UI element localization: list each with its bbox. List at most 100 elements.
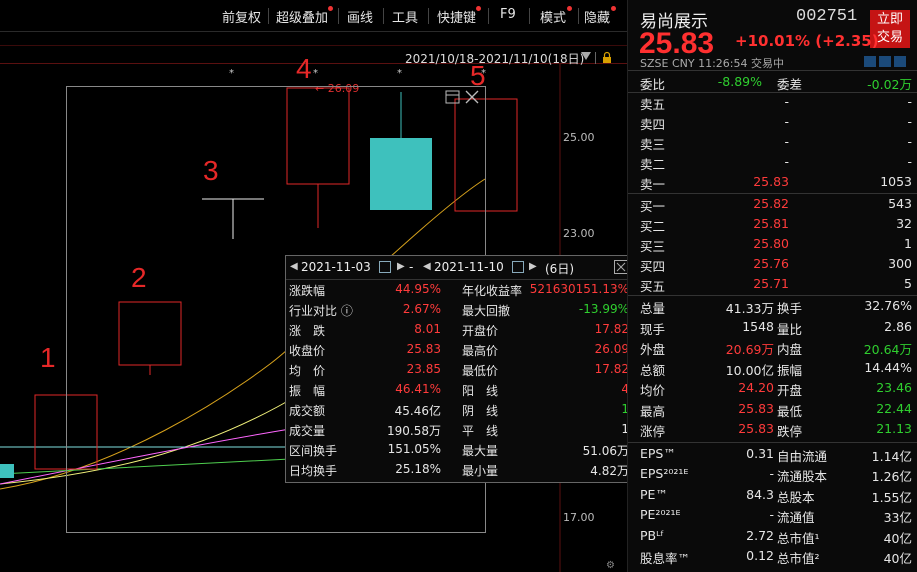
lock-icon [603,57,611,63]
ask-volume: - [907,134,912,149]
candle-partial [0,464,14,478]
quote-stat-row: 现手 1548 量比 2.86 [640,317,912,337]
stat-label: 涨 跌 [289,324,326,338]
range-divider [595,52,596,64]
toolbar-separator [383,8,384,24]
quote-stat-label: 振幅 [777,362,803,378]
stat-row: 涨跌幅 44.95% 年化收益率 521630151.13% [289,280,629,300]
stat-row: 振 幅 46.41% 阳 线4 [289,380,629,400]
fundamental-value: 84.3 [746,486,774,502]
ask-level-label: 卖五 [640,97,666,112]
hide-notification-dot [611,6,616,11]
stat-label: 最小量 [462,464,499,478]
toolbar-adjust-button[interactable]: 前复权 [222,7,261,26]
ask-volume: 1053 [880,174,912,189]
event-star: * [397,68,402,79]
range-dropdown-icon [581,52,591,60]
fundamental-label: 股息率™ [640,551,691,566]
ask-price: - [784,94,789,109]
stat-label: 收盘价 [289,344,326,358]
toolbar-tools-button[interactable]: 工具 [392,7,418,26]
bid-row: 买四 25.76 300 [640,254,912,274]
bid-level-label: 买三 [640,239,666,254]
ask-level-label: 卖一 [640,177,666,192]
ask-level-label: 卖四 [640,117,666,132]
ask-price: - [784,134,789,149]
bid-row: 买三 25.80 1 [640,234,912,254]
stat-label: 阴 线 [462,404,499,418]
toolbar-draw-button[interactable]: 画线 [347,7,373,26]
mode-notification-dot [567,6,572,11]
bid-level-label: 买二 [640,219,666,234]
quote-stat-label: 总量 [640,301,666,316]
stat-label: 平 线 [462,424,499,438]
stat-value: 46.41% [395,382,441,396]
quote-stat-value: 22.44 [876,400,912,416]
stat-label: 开盘价 [462,324,499,338]
bid-volume: 300 [888,256,912,271]
shortcut-notification-dot [476,6,481,11]
fundamental-value: 40亿 [883,530,912,546]
stat-value: 44.95% [395,282,441,296]
stat-row: 成交量 190.58万平 线1 [289,420,629,440]
quote-stat-label: 最高 [640,403,666,419]
toolbar-separator [428,8,429,24]
annotation-number: 1 [40,342,56,373]
exchange-status-line: SZSE CNY 11:26:54 交易中 [640,57,784,70]
settings-gear-icon[interactable]: ⚙ [606,560,615,571]
share-icon [894,56,906,67]
toolbar-overlay-button[interactable]: 超级叠加 [276,7,328,26]
bid-price: 25.80 [753,236,789,251]
edit-icon [864,56,876,67]
quote-stat-row: 最高 25.83 最低 22.44 [640,399,912,419]
ask-row: 卖五 - - [640,92,912,112]
quote-stat-label: 涨停 [640,424,666,439]
toolbar-separator [268,8,269,24]
start-date-next-icon[interactable]: ▶ [397,261,405,272]
stat-value: 8.01 [414,322,441,336]
ask-row: 卖三 - - [640,132,912,152]
fundamental-label: 自由流通 [777,448,828,464]
quote-stat-value: 21.13 [876,421,912,436]
quote-stat-row: 均价 24.20 开盘 23.46 [640,378,912,398]
end-calendar-icon[interactable] [512,261,524,273]
fundamental-label: PE²⁰²¹ᴱ [640,507,681,522]
ask-price: 25.83 [753,174,789,189]
range-controls [581,51,611,64]
bid-price: 25.76 [753,256,789,271]
end-date-field[interactable]: 2021-11-10 [434,260,504,274]
bid-volume: 32 [896,216,912,231]
fundamental-value: - [769,466,774,481]
start-date-field[interactable]: 2021-11-03 [301,260,371,274]
popup-close-icon[interactable] [614,260,628,274]
stat-value: -13.99% [578,302,629,316]
lock-icon-shackle [603,51,611,57]
quote-stat-row: 涨停 25.83 跌停 21.13 [640,419,912,439]
end-date-next-icon[interactable]: ▶ [529,261,537,272]
end-date-prev-icon[interactable]: ◀ [423,261,431,272]
quote-stat-value: 20.64万 [863,342,912,357]
weibi-value: -8.89% [717,74,762,89]
quote-stat-value: 14.44% [864,359,912,375]
ask-row: 卖二 - - [640,152,912,172]
fundamental-value: 2.72 [746,527,774,543]
toolbar-hide-button[interactable]: 隐藏 [584,7,610,26]
toolbar-separator [338,8,339,24]
day-count: (6日) [545,262,574,276]
weicha-label: 委差 [777,77,803,92]
start-calendar-icon[interactable] [379,261,391,273]
bid-row: 买一 25.82 543 [640,194,912,214]
stat-label: 区间换手 [289,444,338,458]
toolbar-shortcut-button[interactable]: 快捷键 [437,7,476,26]
overlay-notification-dot [328,6,333,11]
range-stats-header: ◀ 2021-11-03 ▶ - ◀ 2021-11-10 ▶ (6日) [286,256,632,280]
panel-divider [628,441,917,443]
ask-level-label: 卖三 [640,137,666,152]
bid-price: 25.82 [753,196,789,211]
stat-value: 26.09 [594,342,629,356]
start-date-prev-icon[interactable]: ◀ [290,261,298,272]
stat-value: 190.58万 [387,424,441,438]
toolbar-mode-button[interactable]: 模式 [540,7,566,26]
fundamental-label: PBᴸᶠ [640,527,665,543]
toolbar-f9-button[interactable]: F9 [500,7,516,22]
